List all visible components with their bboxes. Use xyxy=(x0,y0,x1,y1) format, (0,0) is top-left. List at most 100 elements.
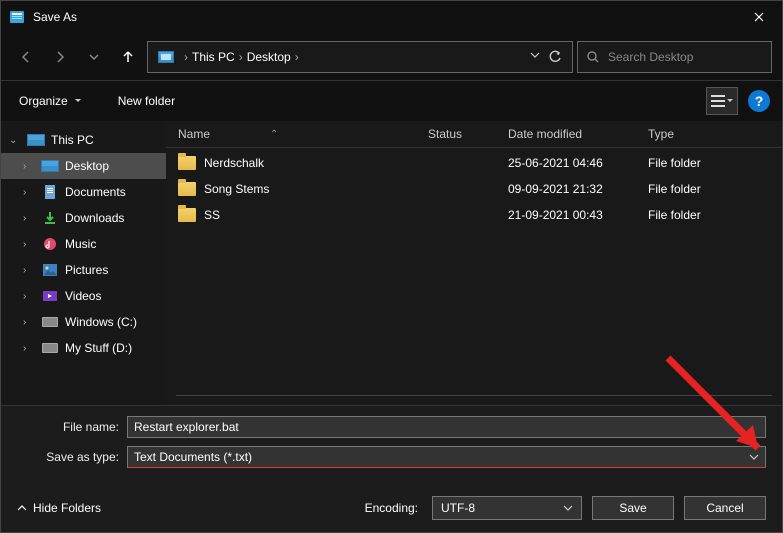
tree-item-music[interactable]: › Music xyxy=(1,231,166,257)
col-type[interactable]: Type xyxy=(648,127,782,141)
footer: Hide Folders Encoding: UTF-8 Save Cancel xyxy=(1,488,782,532)
breadcrumb-root[interactable]: This PC xyxy=(192,50,235,64)
file-name: SS xyxy=(204,208,220,222)
pc-icon xyxy=(158,51,174,63)
tree-item-label: Pictures xyxy=(65,263,108,277)
breadcrumb-current[interactable]: Desktop xyxy=(247,50,291,64)
file-row[interactable]: Song Stems 09-09-2021 21:32 File folder xyxy=(166,176,782,202)
tree-item-label: Music xyxy=(65,237,96,251)
tree-item-desktop[interactable]: › Desktop xyxy=(1,153,166,179)
up-button[interactable] xyxy=(113,42,143,72)
tree-item-label: Downloads xyxy=(65,211,124,225)
tree-root-this-pc[interactable]: ⌄ This PC xyxy=(1,127,166,153)
addr-dropdown-icon[interactable] xyxy=(530,50,540,64)
chevron-right-icon: › xyxy=(23,161,35,172)
tree-item-label: Videos xyxy=(65,289,101,303)
video-icon xyxy=(41,288,59,304)
chevron-right-icon: › xyxy=(239,50,243,64)
folder-icon xyxy=(178,208,196,222)
file-rows: Nerdschalk 25-06-2021 04:46 File folder … xyxy=(166,148,782,391)
recent-dropdown[interactable] xyxy=(79,42,109,72)
tree-item-label: My Stuff (D:) xyxy=(65,341,132,355)
tree-item-documents[interactable]: › Documents xyxy=(1,179,166,205)
file-name: Nerdschalk xyxy=(204,156,264,170)
file-date: 21-09-2021 00:43 xyxy=(508,208,648,222)
chevron-down-icon xyxy=(74,97,82,105)
savetype-value: Text Documents (*.txt) xyxy=(134,450,252,464)
search-input[interactable]: Search Desktop xyxy=(577,41,772,73)
disk-icon xyxy=(41,340,59,356)
desktop-icon xyxy=(41,158,59,174)
download-icon xyxy=(41,210,59,226)
chevron-right-icon: › xyxy=(23,343,35,354)
new-folder-label: New folder xyxy=(118,94,175,108)
encoding-select[interactable]: UTF-8 xyxy=(432,496,582,520)
view-button[interactable] xyxy=(706,87,738,115)
organize-button[interactable]: Organize xyxy=(13,90,88,112)
folder-icon xyxy=(178,182,196,196)
documents-icon xyxy=(41,184,59,200)
chevron-right-icon: › xyxy=(23,265,35,276)
filename-label: File name: xyxy=(17,420,127,434)
col-status[interactable]: Status xyxy=(428,127,508,141)
save-button[interactable]: Save xyxy=(592,496,674,520)
new-folder-button[interactable]: New folder xyxy=(112,90,181,112)
col-date[interactable]: Date modified xyxy=(508,127,648,141)
hide-folders-button[interactable]: Hide Folders xyxy=(17,501,101,515)
hide-folders-label: Hide Folders xyxy=(33,501,101,515)
file-row[interactable]: Nerdschalk 25-06-2021 04:46 File folder xyxy=(166,150,782,176)
tree-item-pictures[interactable]: › Pictures xyxy=(1,257,166,283)
refresh-icon[interactable] xyxy=(548,50,562,64)
save-as-dialog: Save As › This PC › Desktop › Search Des… xyxy=(0,0,783,533)
tree-item-label: Documents xyxy=(65,185,126,199)
file-row[interactable]: SS 21-09-2021 00:43 File folder xyxy=(166,202,782,228)
chevron-right-icon: › xyxy=(184,50,188,64)
folder-icon xyxy=(178,156,196,170)
encoding-label: Encoding: xyxy=(365,501,418,515)
body: ⌄ This PC › Desktop › Documents › Downlo… xyxy=(1,121,782,405)
chevron-right-icon: › xyxy=(23,291,35,302)
back-button[interactable] xyxy=(11,42,41,72)
tree-item-label: Windows (C:) xyxy=(65,315,137,329)
horizontal-scrollbar[interactable] xyxy=(176,395,772,405)
window-title: Save As xyxy=(33,10,77,24)
tree-item-drive-d[interactable]: › My Stuff (D:) xyxy=(1,335,166,361)
forward-button[interactable] xyxy=(45,42,75,72)
file-date: 25-06-2021 04:46 xyxy=(508,156,648,170)
cancel-button[interactable]: Cancel xyxy=(684,496,766,520)
file-name: Song Stems xyxy=(204,182,269,196)
toolbar: Organize New folder ? xyxy=(1,81,782,121)
close-button[interactable] xyxy=(736,1,782,33)
tree-item-drive-c[interactable]: › Windows (C:) xyxy=(1,309,166,335)
chevron-right-icon: › xyxy=(295,50,299,64)
titlebar: Save As xyxy=(1,1,782,33)
file-list: Name ⌃ Status Date modified Type Nerdsch… xyxy=(166,121,782,405)
nav-tree: ⌄ This PC › Desktop › Documents › Downlo… xyxy=(1,121,166,405)
tree-item-videos[interactable]: › Videos xyxy=(1,283,166,309)
savetype-select[interactable]: Text Documents (*.txt) xyxy=(127,446,766,468)
chevron-down-icon xyxy=(749,452,759,462)
pictures-icon xyxy=(41,262,59,278)
chevron-right-icon: › xyxy=(23,213,35,224)
tree-root-label: This PC xyxy=(51,133,94,147)
save-form: File name: Save as type: Text Documents … xyxy=(1,405,782,488)
encoding-value: UTF-8 xyxy=(441,501,475,515)
sort-asc-icon: ⌃ xyxy=(270,129,278,140)
file-type: File folder xyxy=(648,208,782,222)
music-icon xyxy=(41,236,59,252)
organize-label: Organize xyxy=(19,94,68,108)
chevron-up-icon xyxy=(17,503,27,513)
address-bar[interactable]: › This PC › Desktop › xyxy=(147,41,573,73)
tree-item-downloads[interactable]: › Downloads xyxy=(1,205,166,231)
chevron-right-icon: › xyxy=(23,187,35,198)
filename-input[interactable] xyxy=(127,416,766,438)
pc-icon xyxy=(27,132,45,148)
chevron-down-icon xyxy=(563,503,573,513)
col-name[interactable]: Name ⌃ xyxy=(178,127,428,141)
app-icon xyxy=(9,9,25,25)
file-date: 09-09-2021 21:32 xyxy=(508,182,648,196)
help-button[interactable]: ? xyxy=(748,90,770,112)
column-headers: Name ⌃ Status Date modified Type xyxy=(166,121,782,148)
chevron-down-icon: ⌄ xyxy=(9,135,21,146)
disk-icon xyxy=(41,314,59,330)
